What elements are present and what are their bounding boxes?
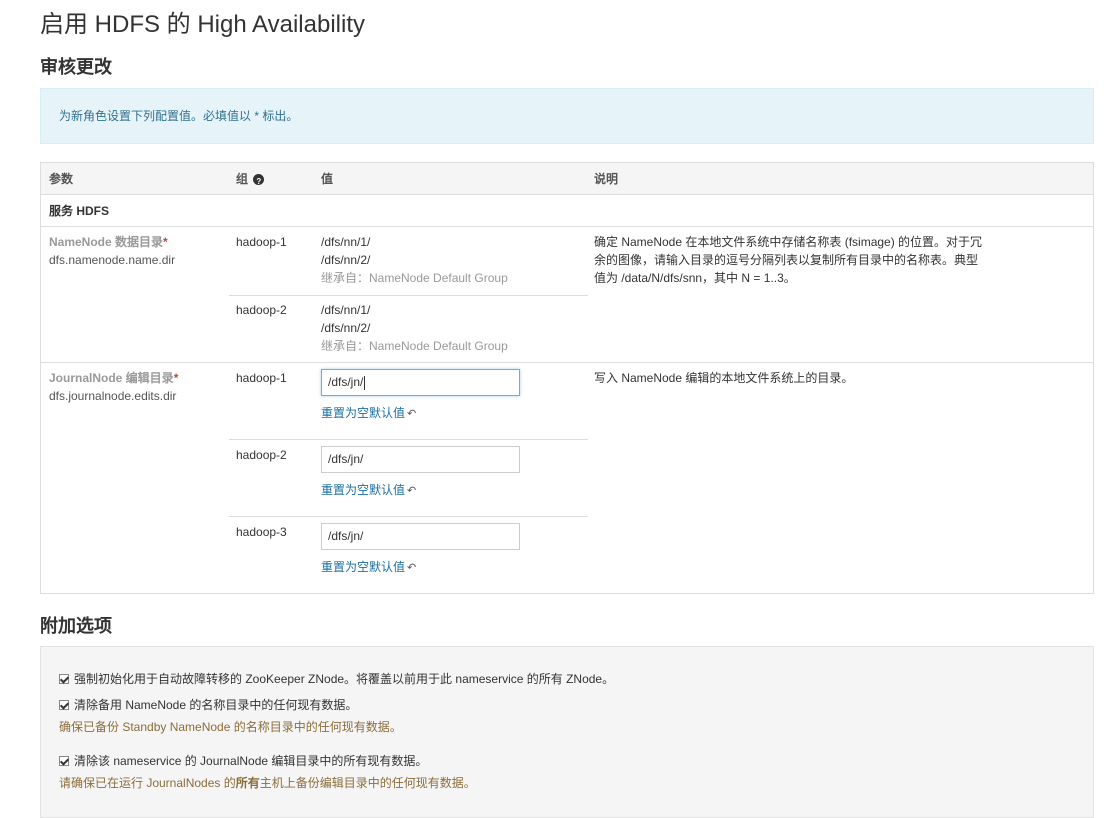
page-title: 启用 HDFS 的 High Availability	[40, 11, 365, 38]
journalnode-dir-input[interactable]: /dfs/jn/	[321, 523, 520, 550]
value-line: /dfs/nn/1/	[321, 303, 371, 317]
undo-icon: ↶	[407, 485, 417, 497]
reset-default-link[interactable]: 重置为空默认值 ↶	[321, 559, 416, 576]
namenode-dir-label-text: NameNode 数据目录	[49, 235, 164, 249]
group-name: hadoop-1	[236, 235, 287, 249]
warning-text: 请确保已在运行 JournalNodes 的	[59, 776, 236, 790]
header-value: 值	[321, 172, 334, 186]
reset-label: 重置为空默认值	[321, 483, 406, 497]
reset-label: 重置为空默认值	[321, 406, 406, 420]
extra-section-title: 附加选项	[40, 616, 112, 636]
group-name: hadoop-2	[236, 448, 287, 462]
warning-text: 主机上备份编辑目录中的任何现有数据。	[259, 776, 476, 790]
checkbox[interactable]	[59, 756, 69, 766]
row-divider	[41, 362, 1093, 363]
option-label: 强制初始化用于自动故障转移的 ZooKeeper ZNode。将覆盖以前用于此 …	[74, 672, 615, 686]
undo-icon: ↶	[407, 408, 417, 420]
inherited-label: 继承自：NameNode Default Group	[321, 271, 508, 285]
warning-emphasis: 所有	[235, 776, 260, 790]
header-desc: 说明	[594, 172, 619, 186]
journalnode-dir-input[interactable]: /dfs/jn/	[321, 446, 520, 473]
journalnode-dir-label: JournalNode 编辑目录*	[49, 369, 178, 387]
divider	[229, 516, 588, 517]
value-line: /dfs/nn/1/	[321, 235, 371, 249]
journalnode-dir-input[interactable]: /dfs/jn/	[321, 369, 520, 396]
header-group-label: 组	[236, 172, 249, 186]
help-icon[interactable]: ?	[253, 174, 265, 186]
option-warning: 请确保已在运行 JournalNodes 的所有主机上备份编辑目录中的任何现有数…	[59, 775, 476, 791]
text-caret	[364, 375, 366, 390]
header-group: 组 ?	[236, 171, 265, 187]
option-clear-journalnode[interactable]: 清除该 nameservice 的 JournalNode 编辑目录中的所有现有…	[59, 753, 427, 769]
namenode-dir-description: 确定 NameNode 在本地文件系统中存储名称表 (fsimage) 的位置。…	[594, 235, 983, 285]
option-label: 清除备用 NameNode 的名称目录中的任何现有数据。	[74, 698, 358, 712]
extra-options: 强制初始化用于自动故障转移的 ZooKeeper ZNode。将覆盖以前用于此 …	[40, 646, 1094, 818]
service-row: 服务 HDFS	[41, 195, 1093, 227]
header-param: 参数	[49, 172, 74, 186]
namenode-dir-key: dfs.namenode.name.dir	[49, 253, 176, 267]
input-value: /dfs/jn/	[328, 529, 364, 543]
review-section-title: 审核更改	[40, 57, 112, 77]
reset-default-link[interactable]: 重置为空默认值 ↶	[321, 482, 416, 499]
group-name: hadoop-1	[236, 371, 287, 385]
page: 启用 HDFS 的 High Availability 审核更改 为新角色设置下…	[0, 0, 1111, 818]
reset-label: 重置为空默认值	[321, 560, 406, 574]
table-header: 参数 组 ? 值 说明	[41, 163, 1093, 195]
input-value: /dfs/jn/	[328, 452, 364, 466]
value-line: /dfs/nn/2/	[321, 253, 371, 267]
input-value: /dfs/jn/	[328, 375, 364, 389]
journalnode-dir-key: dfs.journalnode.edits.dir	[49, 389, 177, 403]
group-name: hadoop-3	[236, 525, 287, 539]
option-warning: 确保已备份 Standby NameNode 的名称目录中的任何现有数据。	[59, 720, 402, 734]
value-line: /dfs/nn/2/	[321, 321, 371, 335]
option-clear-standby-namenode[interactable]: 清除备用 NameNode 的名称目录中的任何现有数据。	[59, 697, 357, 713]
journalnode-dir-label-text: JournalNode 编辑目录	[49, 371, 174, 385]
checkbox[interactable]	[59, 674, 69, 684]
checkbox[interactable]	[59, 700, 69, 710]
divider	[229, 295, 588, 296]
option-force-init-znode[interactable]: 强制初始化用于自动故障转移的 ZooKeeper ZNode。将覆盖以前用于此 …	[59, 671, 614, 687]
option-label: 清除该 nameservice 的 JournalNode 编辑目录中的所有现有…	[74, 754, 428, 768]
divider	[229, 439, 588, 440]
journalnode-dir-description: 写入 NameNode 编辑的本地文件系统上的目录。	[594, 371, 854, 385]
reset-default-link[interactable]: 重置为空默认值 ↶	[321, 405, 416, 422]
required-mark: *	[173, 371, 179, 385]
parameters-table: 参数 组 ? 值 说明 服务 HDFS NameNode 数据目录* dfs.n…	[40, 162, 1094, 594]
group-name: hadoop-2	[236, 303, 287, 317]
required-mark: *	[163, 235, 168, 249]
undo-icon: ↶	[407, 562, 417, 574]
inherited-label: 继承自：NameNode Default Group	[321, 339, 508, 353]
info-alert: 为新角色设置下列配置值。必填值以 * 标出。	[40, 88, 1094, 144]
namenode-dir-label: NameNode 数据目录*	[49, 233, 168, 251]
